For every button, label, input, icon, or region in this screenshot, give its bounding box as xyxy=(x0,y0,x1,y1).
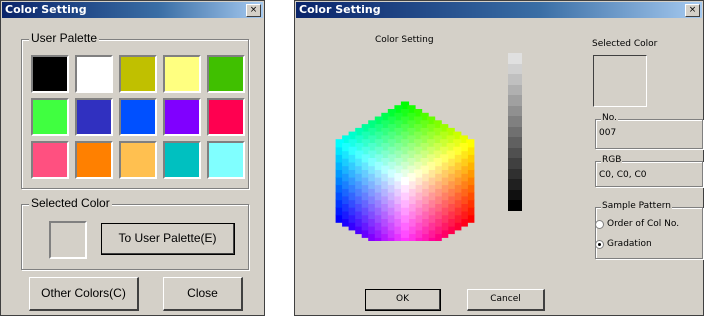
palette-swatch[interactable] xyxy=(119,98,157,136)
palette-swatch[interactable] xyxy=(119,141,157,179)
gradation-option-label[interactable]: Gradation xyxy=(607,239,652,249)
sample-pattern-label: Sample Pattern xyxy=(601,201,672,211)
hex-color-cell[interactable] xyxy=(400,229,410,238)
gray-ramp-cell[interactable] xyxy=(508,200,522,212)
hex-color-cell[interactable] xyxy=(400,222,410,231)
palette-swatch[interactable] xyxy=(207,55,245,93)
palette-swatch[interactable] xyxy=(207,141,245,179)
palette-swatch[interactable] xyxy=(163,141,201,179)
user-palette-label: User Palette xyxy=(29,31,100,45)
palette-swatch[interactable] xyxy=(31,141,69,179)
to-user-palette-button[interactable]: To User Palette(E) xyxy=(101,223,235,255)
palette-swatch[interactable] xyxy=(75,141,113,179)
gray-ramp-cell[interactable] xyxy=(508,95,522,107)
gray-ramp-cell[interactable] xyxy=(508,53,522,65)
gray-ramp-cell[interactable] xyxy=(508,84,522,96)
palette-swatch[interactable] xyxy=(31,55,69,93)
gray-ramp-cell[interactable] xyxy=(508,137,522,149)
close-button[interactable]: Close xyxy=(163,277,243,311)
hex-color-cell[interactable] xyxy=(400,207,410,216)
title-bar: Color Setting × xyxy=(296,2,702,18)
palette-swatch[interactable] xyxy=(75,98,113,136)
palette-swatch[interactable] xyxy=(163,55,201,93)
rgb-label: RGB xyxy=(601,155,623,165)
order-radio[interactable] xyxy=(595,220,604,229)
hex-caption: Color Setting xyxy=(375,35,434,45)
rgb-value: C0, C0, C0 xyxy=(599,170,647,180)
selected-color-label: Selected Color xyxy=(592,39,658,49)
selected-color-label: Selected Color xyxy=(29,196,112,210)
color-setting-dialog-small: Color Setting × User Palette Selected Co… xyxy=(0,0,265,316)
hex-color-cell[interactable] xyxy=(400,199,410,208)
title-bar: Color Setting × xyxy=(2,2,263,18)
gray-ramp-cell[interactable] xyxy=(508,158,522,170)
hex-color-cell[interactable] xyxy=(400,192,410,201)
gray-ramp-cell[interactable] xyxy=(508,147,522,159)
other-colors-button[interactable]: Other Colors(C) xyxy=(29,277,139,311)
palette-swatch[interactable] xyxy=(31,98,69,136)
palette-swatch[interactable] xyxy=(75,55,113,93)
gray-ramp-cell[interactable] xyxy=(508,189,522,201)
gray-ramp[interactable] xyxy=(508,53,522,212)
ok-button[interactable]: OK xyxy=(365,289,441,311)
no-value: 007 xyxy=(599,128,617,138)
gray-ramp-cell[interactable] xyxy=(508,105,522,117)
gradation-radio[interactable] xyxy=(595,240,604,249)
color-setting-dialog-large: Color Setting × Color Setting Selected C… xyxy=(294,0,704,316)
close-icon[interactable]: × xyxy=(685,4,700,17)
palette-swatch[interactable] xyxy=(163,98,201,136)
sample-pattern-group xyxy=(595,207,703,259)
cancel-button[interactable]: Cancel xyxy=(467,289,545,311)
dialog-title: Color Setting xyxy=(299,3,381,16)
no-label: No. xyxy=(601,113,618,123)
hex-color-cell[interactable] xyxy=(400,184,410,193)
gray-ramp-cell[interactable] xyxy=(508,168,522,180)
hex-color-cell[interactable] xyxy=(400,214,410,223)
gray-ramp-cell[interactable] xyxy=(508,116,522,128)
hex-color-cell[interactable] xyxy=(400,176,410,186)
color-hexagon[interactable] xyxy=(305,51,505,241)
gray-ramp-cell[interactable] xyxy=(508,179,522,191)
palette-swatch[interactable] xyxy=(119,55,157,93)
order-option-label[interactable]: Order of Col No. xyxy=(607,219,679,229)
palette-swatch[interactable] xyxy=(207,98,245,136)
selected-color-preview xyxy=(593,55,647,107)
gray-ramp-cell[interactable] xyxy=(508,63,522,75)
gray-ramp-cell[interactable] xyxy=(508,74,522,86)
gray-ramp-cell[interactable] xyxy=(508,126,522,138)
selected-color-swatch xyxy=(49,221,87,259)
close-icon[interactable]: × xyxy=(246,4,261,17)
dialog-title: Color Setting xyxy=(5,3,87,16)
